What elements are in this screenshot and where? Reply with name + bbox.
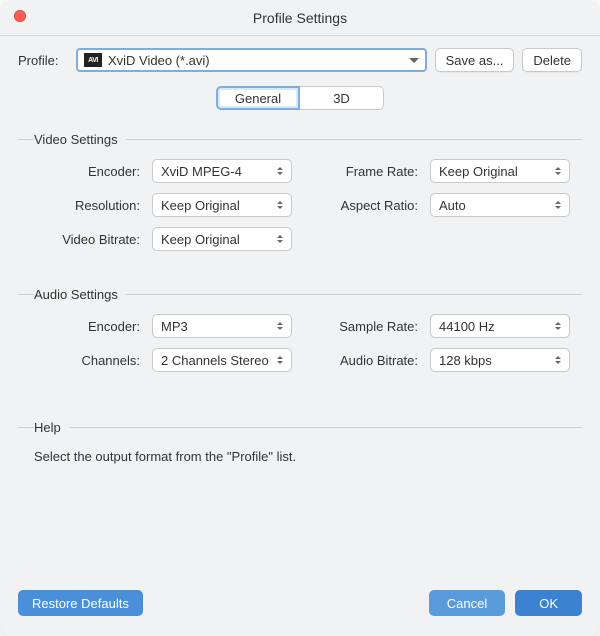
avi-icon: AVI <box>84 53 102 67</box>
audio-bitrate-dropdown[interactable]: 128 kbps <box>430 348 570 372</box>
chevron-updown-icon <box>553 198 563 212</box>
audio-settings-legend: Audio Settings <box>34 287 126 302</box>
window-title: Profile Settings <box>253 10 347 26</box>
restore-defaults-button[interactable]: Restore Defaults <box>18 590 143 616</box>
sample-rate-dropdown[interactable]: 44100 Hz <box>430 314 570 338</box>
video-settings-legend: Video Settings <box>34 132 126 147</box>
chevron-updown-icon <box>275 198 285 212</box>
profile-label: Profile: <box>18 53 68 68</box>
frame-rate-label: Frame Rate: <box>296 164 426 179</box>
video-encoder-label: Encoder: <box>18 164 148 179</box>
footer: Restore Defaults Cancel OK <box>0 590 600 636</box>
content-area: Profile: AVI XviD Video (*.avi) Save as.… <box>0 36 600 590</box>
profile-dropdown[interactable]: AVI XviD Video (*.avi) <box>76 48 427 72</box>
audio-encoder-label: Encoder: <box>18 319 148 334</box>
chevron-updown-icon <box>275 164 285 178</box>
help-legend: Help <box>34 420 69 435</box>
titlebar: Profile Settings <box>0 0 600 36</box>
close-window-button[interactable] <box>14 10 26 22</box>
tab-group: General 3D <box>18 86 582 110</box>
resolution-label: Resolution: <box>18 198 148 213</box>
chevron-updown-icon <box>553 353 563 367</box>
cancel-button[interactable]: Cancel <box>429 590 505 616</box>
channels-dropdown[interactable]: 2 Channels Stereo <box>152 348 292 372</box>
video-bitrate-dropdown[interactable]: Keep Original <box>152 227 292 251</box>
audio-bitrate-label: Audio Bitrate: <box>296 353 426 368</box>
frame-rate-dropdown[interactable]: Keep Original <box>430 159 570 183</box>
channels-label: Channels: <box>18 353 148 368</box>
resolution-dropdown[interactable]: Keep Original <box>152 193 292 217</box>
chevron-updown-icon <box>275 232 285 246</box>
window-controls <box>14 10 26 22</box>
profile-selected-value: XviD Video (*.avi) <box>108 53 405 68</box>
ok-button[interactable]: OK <box>515 590 582 616</box>
audio-encoder-dropdown[interactable]: MP3 <box>152 314 292 338</box>
chevron-updown-icon <box>275 319 285 333</box>
save-as-button[interactable]: Save as... <box>435 48 515 72</box>
chevron-updown-icon <box>553 164 563 178</box>
help-text: Select the output format from the "Profi… <box>18 447 582 464</box>
tab-general[interactable]: General <box>216 86 300 110</box>
video-encoder-dropdown[interactable]: XviD MPEG-4 <box>152 159 292 183</box>
chevron-down-icon <box>409 58 419 63</box>
tab-3d[interactable]: 3D <box>300 86 384 110</box>
profile-settings-window: Profile Settings Profile: AVI XviD Video… <box>0 0 600 636</box>
video-settings-group: Video Settings Encoder: XviD MPEG-4 Fram… <box>18 132 582 259</box>
audio-settings-group: Audio Settings Encoder: MP3 Sample Rate:… <box>18 287 582 380</box>
aspect-ratio-label: Aspect Ratio: <box>296 198 426 213</box>
delete-button[interactable]: Delete <box>522 48 582 72</box>
profile-row: Profile: AVI XviD Video (*.avi) Save as.… <box>18 48 582 72</box>
aspect-ratio-dropdown[interactable]: Auto <box>430 193 570 217</box>
chevron-updown-icon <box>275 353 285 367</box>
help-group: Help Select the output format from the "… <box>18 420 582 472</box>
video-bitrate-label: Video Bitrate: <box>18 232 148 247</box>
sample-rate-label: Sample Rate: <box>296 319 426 334</box>
chevron-updown-icon <box>553 319 563 333</box>
